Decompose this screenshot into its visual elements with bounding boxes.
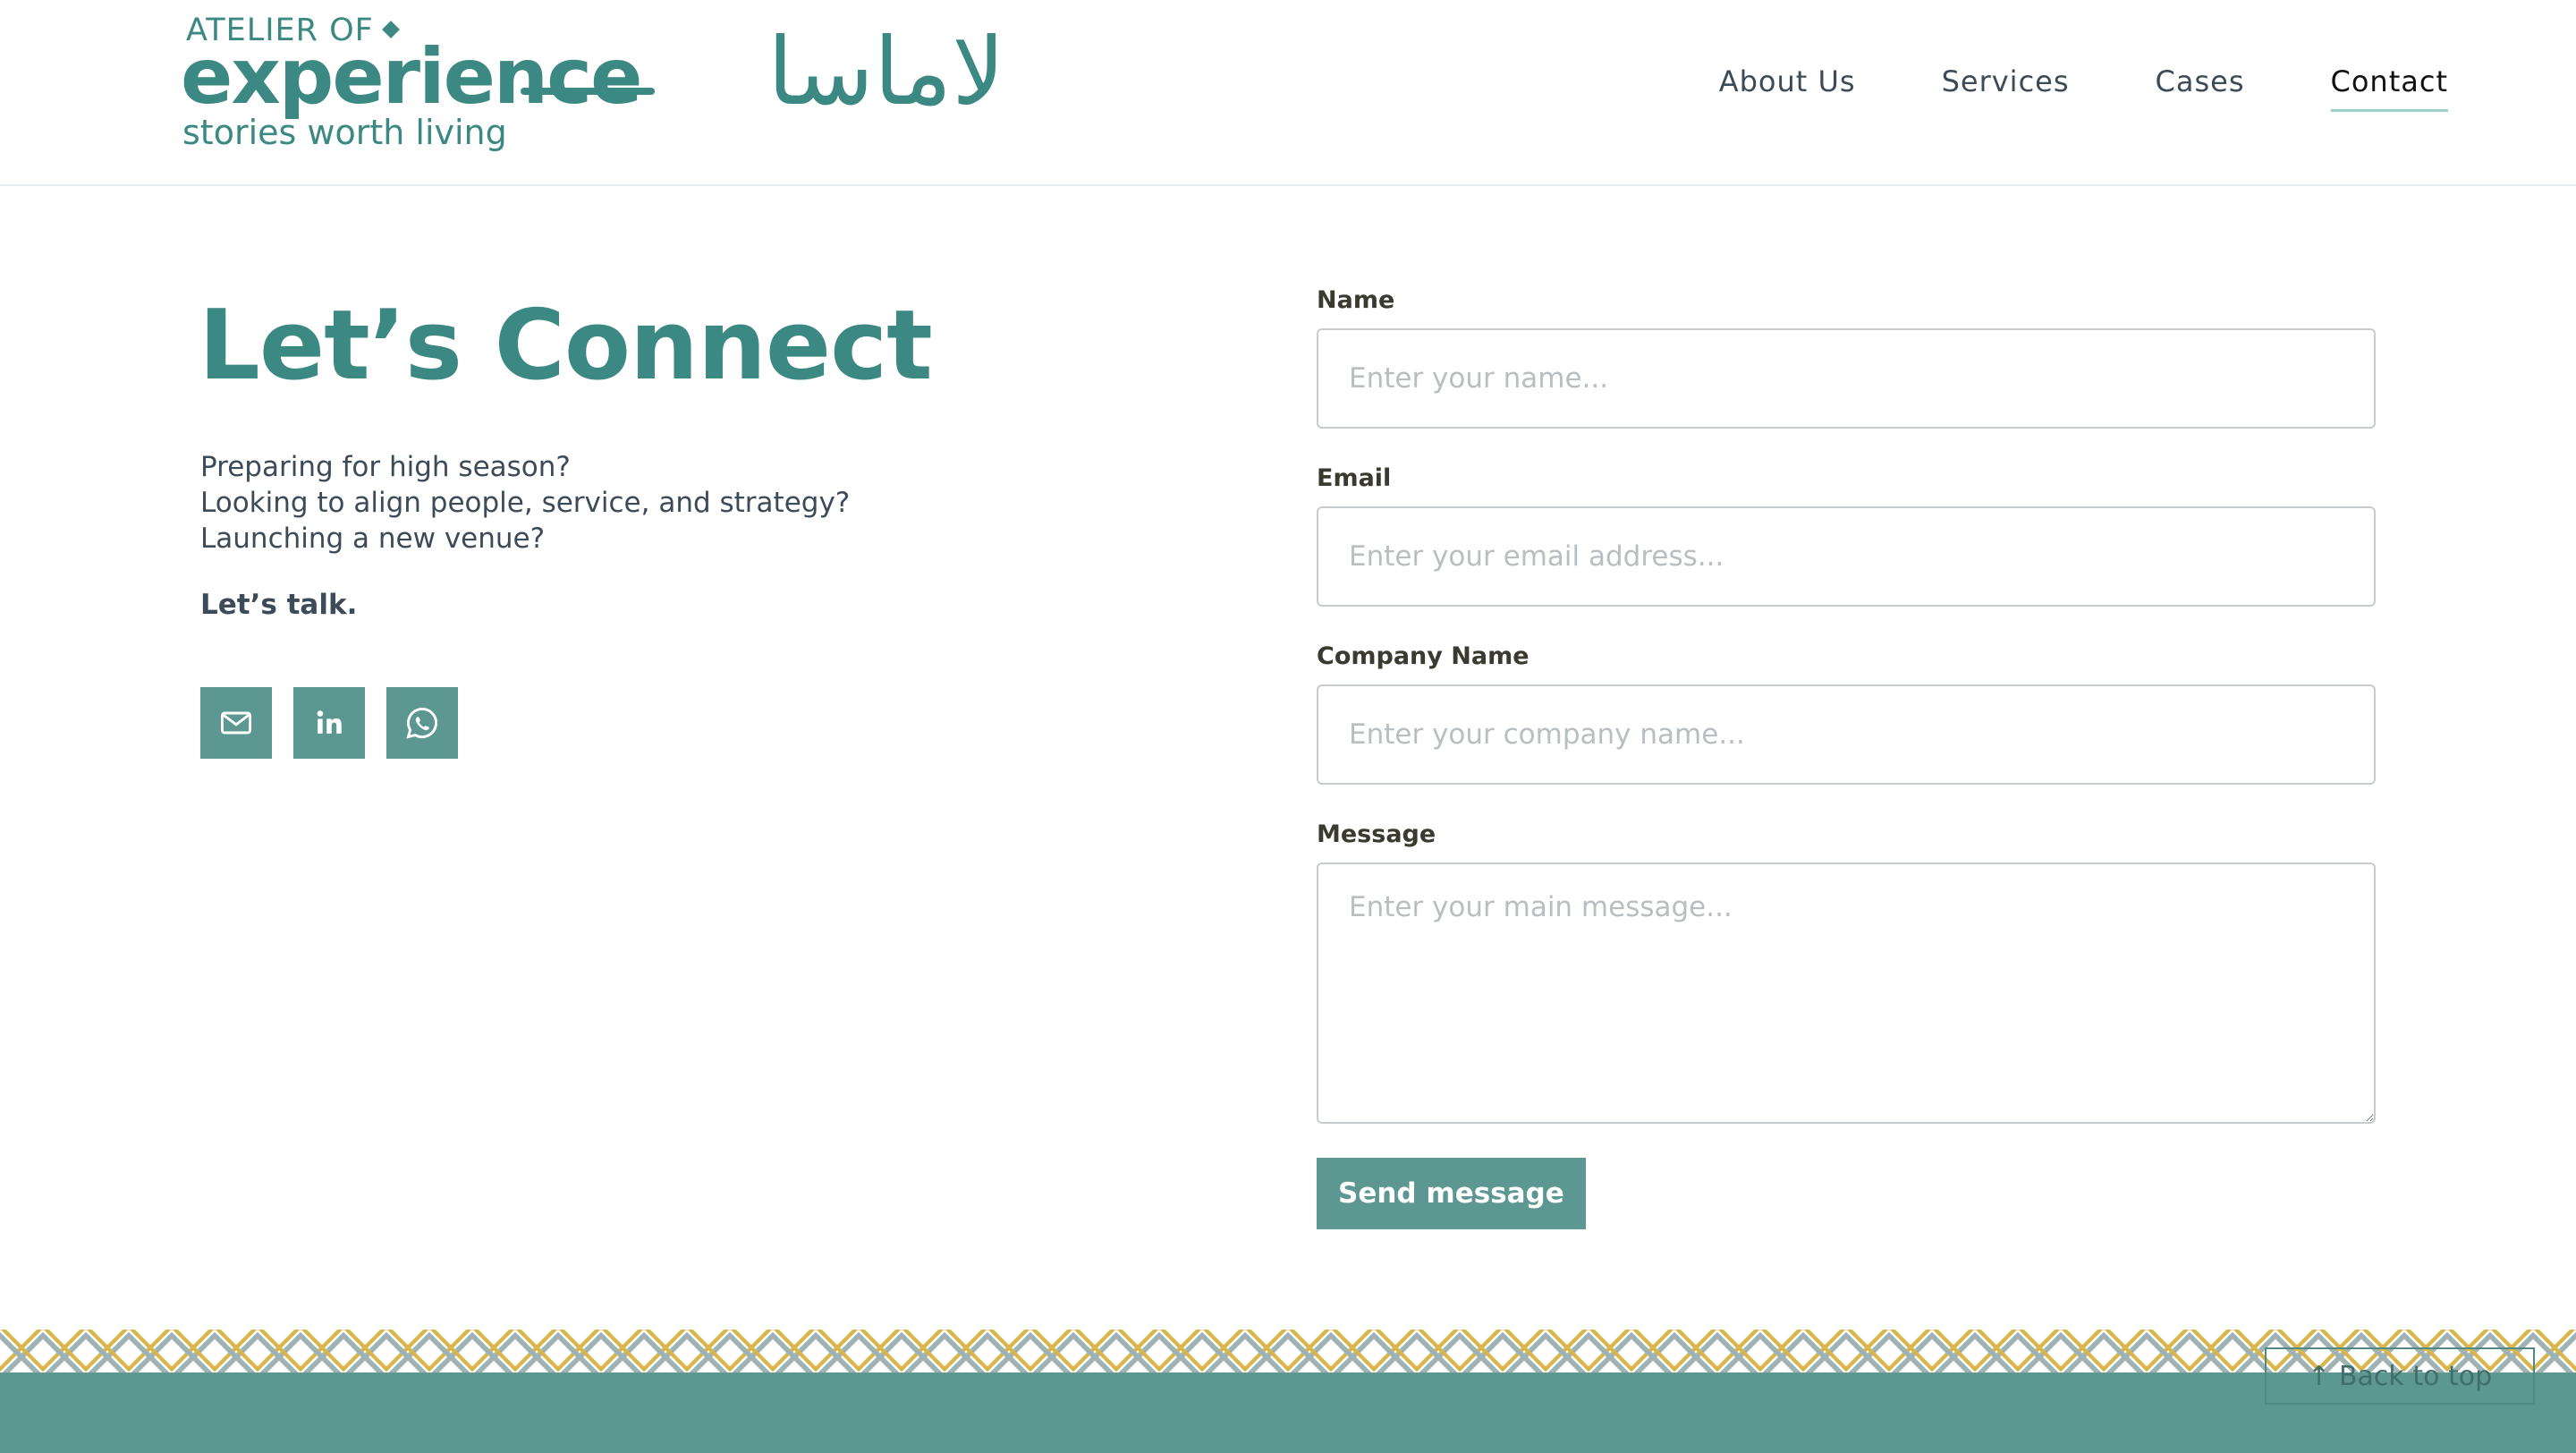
lets-talk-text: Let’s talk. <box>200 589 358 621</box>
social-links <box>200 687 479 759</box>
site-header: ATELIER OF experience stories worth livi… <box>0 0 2576 186</box>
logo-tagline: stories worth living <box>182 113 507 152</box>
nav-about-us[interactable]: About Us <box>1719 64 1856 112</box>
message-label: Message <box>1317 820 1436 848</box>
footer-band <box>0 1372 2576 1453</box>
intro-line-1: Preparing for high season? <box>200 451 571 483</box>
back-to-top-label: Back to top <box>2338 1360 2493 1392</box>
linkedin-link[interactable] <box>293 687 365 759</box>
brand-logo[interactable]: ATELIER OF experience stories worth livi… <box>181 13 682 165</box>
company-name-label: Company Name <box>1317 642 1530 670</box>
linkedin-icon <box>317 710 342 734</box>
main-nav: About Us Services Cases Contact <box>1633 64 2448 112</box>
nav-cases[interactable]: Cases <box>2156 64 2245 112</box>
email-input[interactable] <box>1317 506 2376 607</box>
company-name-input[interactable] <box>1317 684 2376 785</box>
name-input[interactable] <box>1317 328 2376 429</box>
intro-text: Preparing for high season? Looking to al… <box>200 449 850 557</box>
arabic-logo[interactable]: لاماسا <box>767 25 1005 118</box>
nav-contact[interactable]: Contact <box>2330 64 2448 112</box>
email-label: Email <box>1317 464 1392 492</box>
page-title: Let’s Connect <box>199 290 933 402</box>
contact-form: Name Email Company Name Message Send mes… <box>1317 286 2376 1229</box>
whatsapp-icon <box>406 707 437 739</box>
mail-icon <box>220 711 252 735</box>
send-message-button[interactable]: Send message <box>1317 1158 1586 1229</box>
whatsapp-link[interactable] <box>386 687 458 759</box>
arrow-up-icon: ↑ <box>2307 1360 2330 1392</box>
name-label: Name <box>1317 286 1395 314</box>
intro-line-3: Launching a new venue? <box>200 523 546 555</box>
nav-services[interactable]: Services <box>1942 64 2070 112</box>
intro-line-2: Looking to align people, service, and st… <box>200 487 851 519</box>
logo-swash <box>521 88 655 95</box>
back-to-top-button[interactable]: ↑ Back to top <box>2265 1347 2535 1405</box>
logo-wordmark: experience <box>181 32 642 122</box>
email-link[interactable] <box>200 687 272 759</box>
decorative-pattern-border <box>0 1330 2576 1374</box>
message-textarea[interactable] <box>1317 862 2376 1124</box>
